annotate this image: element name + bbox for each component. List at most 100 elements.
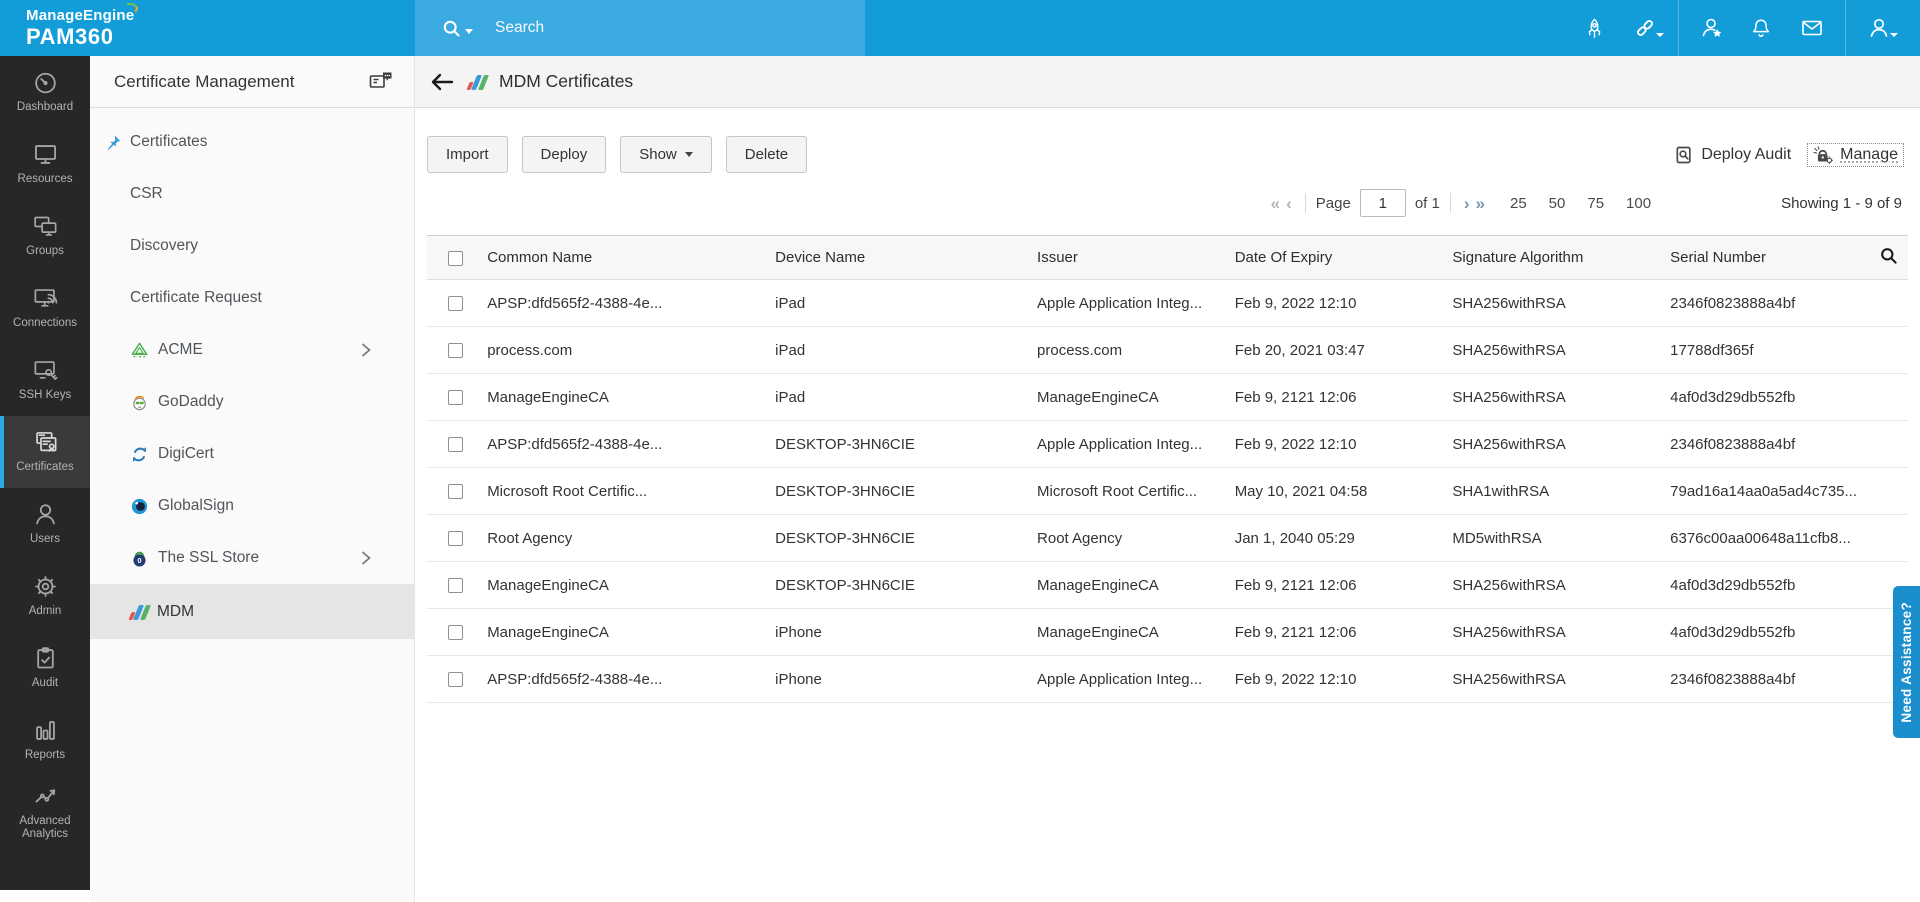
rail-item-advanced-analytics[interactable]: Advanced Analytics xyxy=(0,776,90,848)
page-size-50[interactable]: 50 xyxy=(1549,195,1566,212)
sidebar-item-digicert[interactable]: DigiCert xyxy=(90,428,414,480)
last-page-button[interactable]: » xyxy=(1473,195,1488,212)
page-size-25[interactable]: 25 xyxy=(1510,195,1527,212)
sidebar-item-certificate-request[interactable]: Certificate Request xyxy=(90,272,414,324)
table-row[interactable]: Root Agency DESKTOP-3HN6CIE Root Agency Jan… xyxy=(427,514,1908,562)
rail-item-dashboard[interactable]: Dashboard xyxy=(0,56,90,128)
row-spacer-cell xyxy=(1861,373,1908,421)
page-number-input[interactable] xyxy=(1359,189,1406,217)
sidebar-item-label: Certificates xyxy=(130,133,208,150)
cell-device-name: DESKTOP-3HN6CIE xyxy=(771,467,1034,515)
row-checkbox[interactable] xyxy=(447,672,463,688)
cell-issuer: ManageEngineCA xyxy=(1033,373,1231,421)
show-dropdown-button[interactable]: Show xyxy=(620,136,712,173)
row-checkbox[interactable] xyxy=(447,390,463,406)
link-icon[interactable] xyxy=(1633,16,1664,40)
sidebar-item-certificates[interactable]: Certificates xyxy=(90,116,414,168)
top-icons-divider xyxy=(1845,0,1846,56)
row-checkbox-cell xyxy=(427,655,484,703)
rail-item-groups[interactable]: Groups xyxy=(0,200,90,272)
next-page-button[interactable]: › xyxy=(1461,195,1473,212)
user-star-icon[interactable] xyxy=(1700,16,1724,40)
sidebar-item-acme[interactable]: ACME xyxy=(90,324,414,376)
select-all-checkbox[interactable] xyxy=(447,250,463,266)
user-account-icon[interactable] xyxy=(1867,16,1898,40)
sidebar-item-label: GlobalSign xyxy=(158,497,234,514)
cell-serial: 2346f0823888a4bf xyxy=(1666,420,1862,468)
manage-button[interactable]: Manage xyxy=(1807,142,1904,167)
rail-item-users[interactable]: Users xyxy=(0,488,90,560)
switch-view-icon[interactable] xyxy=(368,70,394,94)
table-row[interactable]: ManageEngineCA iPad ManageEngineCA Feb 9, 2… xyxy=(427,373,1908,421)
advanced-analytics-icon xyxy=(35,789,55,803)
deploy-button[interactable]: Deploy xyxy=(521,136,607,173)
row-checkbox[interactable] xyxy=(447,343,463,359)
brand-logo[interactable]: ManageEngine PAM360 xyxy=(26,1,140,49)
table-search-icon[interactable] xyxy=(1879,246,1898,265)
prev-page-button[interactable]: ‹ xyxy=(1283,195,1295,212)
bell-icon[interactable] xyxy=(1750,16,1774,40)
table-header-row: Common Name Device Name Issuer Date Of E… xyxy=(427,235,1908,280)
col-common-name: Common Name xyxy=(483,235,772,280)
table-row[interactable]: APSP:dfd565f2-4388-4e... iPhone Apple Appl… xyxy=(427,655,1908,703)
import-button[interactable]: Import xyxy=(427,136,508,173)
table-row[interactable]: Microsoft Root Certific... DESKTOP-3HN6CI… xyxy=(427,467,1908,515)
cell-device-name: iPad xyxy=(771,326,1034,374)
page-size-75[interactable]: 75 xyxy=(1587,195,1604,212)
row-checkbox[interactable] xyxy=(447,578,463,594)
search-scope-caret-icon[interactable] xyxy=(465,28,473,34)
rail-item-admin[interactable]: Admin xyxy=(0,560,90,632)
row-checkbox[interactable] xyxy=(447,296,463,312)
sidebar-item-discovery[interactable]: Discovery xyxy=(90,220,414,272)
rail-item-ssh-keys[interactable]: SSH Keys xyxy=(0,344,90,416)
sidebar-item-the-ssl-store[interactable]: 0 The SSL Store xyxy=(90,532,414,584)
pushpin-icon xyxy=(107,135,121,150)
rail-item-connections[interactable]: Connections xyxy=(0,272,90,344)
rail-item-certificates[interactable]: Certificates xyxy=(0,416,90,488)
search-input[interactable] xyxy=(495,19,825,37)
pagination-row: « ‹ Page of 1 › » 25 50 75 100 Showing 1… xyxy=(427,189,1908,217)
rocket-icon[interactable] xyxy=(1583,16,1607,40)
deploy-audit-button[interactable]: Deploy Audit xyxy=(1674,145,1791,165)
sidebar-item-csr[interactable]: CSR xyxy=(90,168,414,220)
cell-serial: 4af0d3d29db552fb xyxy=(1666,373,1862,421)
cell-device-name: iPad xyxy=(771,279,1034,327)
cell-algorithm: SHA1withRSA xyxy=(1448,467,1667,515)
digicert-icon xyxy=(130,445,149,464)
sidebar-item-godaddy[interactable]: GoDaddy xyxy=(90,376,414,428)
rail-item-audit[interactable]: Audit xyxy=(0,632,90,704)
col-device-name: Device Name xyxy=(771,235,1034,280)
dashboard-icon xyxy=(34,73,56,94)
sidebar-item-mdm[interactable]: MDM xyxy=(90,584,414,639)
row-checkbox[interactable] xyxy=(447,437,463,453)
table-row[interactable]: APSP:dfd565f2-4388-4e... DESKTOP-3HN6CIE A… xyxy=(427,420,1908,468)
sidebar-item-globalsign[interactable]: GlobalSign xyxy=(90,480,414,532)
row-checkbox[interactable] xyxy=(447,625,463,641)
first-page-button[interactable]: « xyxy=(1268,195,1283,212)
table-row[interactable]: APSP:dfd565f2-4388-4e... iPad Apple Applic… xyxy=(427,279,1908,327)
rail-item-resources[interactable]: Resources xyxy=(0,128,90,200)
cell-issuer: Apple Application Integ... xyxy=(1033,279,1231,327)
pagination-divider xyxy=(1449,193,1451,213)
table-row[interactable]: ManageEngineCA DESKTOP-3HN6CIE ManageEngin… xyxy=(427,561,1908,609)
ssl-store-icon: 0 xyxy=(130,549,149,568)
delete-button[interactable]: Delete xyxy=(725,136,808,173)
need-assistance-tab[interactable]: Need Assistance? xyxy=(1893,586,1920,738)
certificates-icon xyxy=(35,432,56,453)
table-row[interactable]: ManageEngineCA iPhone ManageEngineCA Feb 9,… xyxy=(427,608,1908,656)
row-checkbox[interactable] xyxy=(447,484,463,500)
connections-icon xyxy=(34,289,57,308)
table-row[interactable]: process.com iPad process.com Feb 20, 2021 0… xyxy=(427,326,1908,374)
page-size-100[interactable]: 100 xyxy=(1626,195,1651,212)
search-icon[interactable] xyxy=(441,18,462,39)
sidebar-title: Certificate Management xyxy=(114,71,295,91)
back-button[interactable] xyxy=(429,71,455,93)
row-checkbox-cell xyxy=(427,420,484,468)
rail-item-reports[interactable]: Reports xyxy=(0,704,90,776)
toolbar: Import Deploy Show Delete Deploy Audit M… xyxy=(427,136,1908,173)
row-checkbox[interactable] xyxy=(447,531,463,547)
content-body: Import Deploy Show Delete Deploy Audit M… xyxy=(415,136,1920,703)
resources-icon xyxy=(34,145,56,165)
mail-icon[interactable] xyxy=(1800,16,1824,40)
top-header-bar: ManageEngine PAM360 xyxy=(0,0,1920,56)
